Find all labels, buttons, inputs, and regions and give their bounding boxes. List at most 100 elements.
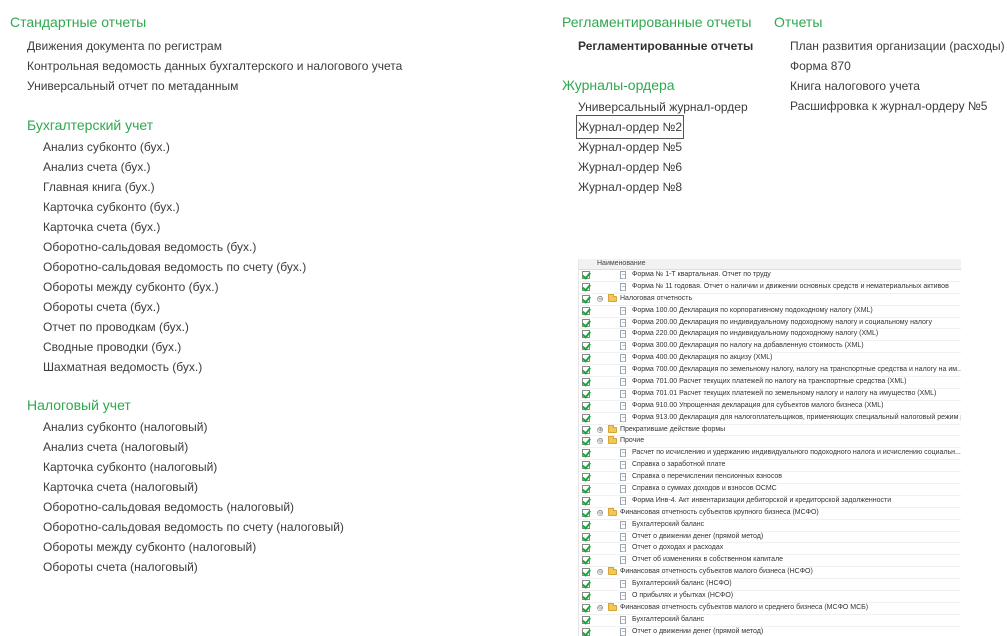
- checkbox-checked-icon[interactable]: [582, 615, 590, 624]
- tree-item-row[interactable]: Бухгалтерский баланс (НСФО): [579, 579, 961, 592]
- report-link[interactable]: Обороты между субконто (бух.): [43, 280, 219, 294]
- expand-toggle-icon[interactable]: ⊖: [597, 509, 603, 516]
- checkbox-checked-icon[interactable]: [582, 425, 590, 434]
- checkbox-checked-icon[interactable]: [582, 271, 590, 279]
- tree-item-row[interactable]: Справка о заработной плате: [579, 460, 961, 473]
- report-link[interactable]: Анализ счета (налоговый): [43, 440, 188, 454]
- checkbox-checked-icon[interactable]: [582, 294, 590, 303]
- report-link[interactable]: Анализ субконто (налоговый): [43, 420, 208, 434]
- report-link[interactable]: Универсальный журнал-ордер: [578, 100, 748, 114]
- report-link[interactable]: Карточка субконто (бух.): [43, 200, 180, 214]
- checkbox-checked-icon[interactable]: [582, 330, 590, 339]
- report-link[interactable]: Обороты счета (налоговый): [43, 560, 198, 574]
- checkbox-checked-icon[interactable]: [582, 282, 590, 291]
- expand-toggle-icon[interactable]: ⊖: [597, 604, 603, 611]
- checkbox-checked-icon[interactable]: [582, 318, 590, 327]
- checkbox-checked-icon[interactable]: [582, 437, 590, 446]
- checkbox-checked-icon[interactable]: [582, 544, 590, 553]
- tree-item-row[interactable]: Форма № 1-Т квартальная. Отчет по труду: [579, 270, 961, 282]
- report-link[interactable]: Анализ субконто (бух.): [43, 140, 170, 154]
- checkbox-checked-icon[interactable]: [582, 342, 590, 351]
- tree-item-row[interactable]: Отчет о движении денег (прямой метод): [579, 532, 961, 544]
- report-link[interactable]: Оборотно-сальдовая ведомость по счету (б…: [43, 260, 306, 274]
- tree-item-row[interactable]: Отчет о доходах и расходах: [579, 543, 961, 556]
- report-link[interactable]: Регламентированные отчеты: [578, 39, 753, 53]
- tree-item-row[interactable]: Форма Инв-4. Акт инвентаризации дебиторс…: [579, 496, 961, 508]
- checkbox-checked-icon[interactable]: [582, 354, 590, 363]
- report-link[interactable]: Оборотно-сальдовая ведомость (бух.): [43, 240, 256, 254]
- report-link[interactable]: Карточка счета (налоговый): [43, 480, 198, 494]
- tree-group-row[interactable]: ⊖ Финансовая отчетность субъектов малого …: [579, 567, 961, 580]
- checkbox-checked-icon[interactable]: [582, 473, 590, 482]
- checkbox-checked-icon[interactable]: [582, 603, 590, 612]
- report-link[interactable]: План развития организации (расходы): [790, 39, 1005, 53]
- checkbox-checked-icon[interactable]: [582, 413, 590, 422]
- tree-item-row[interactable]: Отчет о движении денег (прямой метод): [579, 627, 961, 636]
- report-link[interactable]: Главная книга (бух.): [43, 180, 155, 194]
- report-link[interactable]: Карточка субконто (налоговый): [43, 460, 217, 474]
- tree-item-row[interactable]: Форма 910.00 Упрощенная декларация для с…: [579, 401, 961, 413]
- tree-header[interactable]: Наименование: [579, 259, 961, 270]
- checkbox-checked-icon[interactable]: [582, 532, 590, 541]
- checkbox-checked-icon[interactable]: [582, 485, 590, 494]
- expand-toggle-icon[interactable]: ⊖: [597, 295, 603, 302]
- tree-item-row[interactable]: Форма 300.00 Декларация по налогу на доб…: [579, 341, 961, 354]
- tree-item-row[interactable]: Форма 100.00 Декларация по корпоративном…: [579, 306, 961, 318]
- checkbox-checked-icon[interactable]: [582, 627, 590, 636]
- tree-item-row[interactable]: Форма 701.01 Расчет текущих платежей по …: [579, 389, 961, 401]
- report-link[interactable]: Форма 870: [790, 59, 851, 73]
- report-link[interactable]: Журнал-ордер №8: [578, 180, 682, 194]
- tree-item-row[interactable]: Форма 400.00 Декларация по акцизу (XML): [579, 353, 961, 366]
- report-link[interactable]: Контрольная ведомость данных бухгалтерск…: [27, 59, 402, 73]
- tree-item-row[interactable]: Форма 200.00 Декларация по индивидуально…: [579, 318, 961, 330]
- tree-item-row[interactable]: Форма № 11 годовая. Отчет о наличии и дв…: [579, 282, 961, 294]
- checkbox-checked-icon[interactable]: [582, 461, 590, 470]
- checkbox-checked-icon[interactable]: [582, 556, 590, 565]
- tree-item-row[interactable]: Форма 220.00 Декларация по индивидуально…: [579, 329, 961, 342]
- checkbox-checked-icon[interactable]: [582, 366, 590, 375]
- report-link[interactable]: Журнал-ордер №5: [578, 140, 682, 154]
- tree-item-row[interactable]: Справка о суммах доходов и взносов ОСМС: [579, 484, 961, 496]
- report-link[interactable]: Книга налогового учета: [790, 79, 920, 93]
- checkbox-checked-icon[interactable]: [582, 378, 590, 387]
- report-link[interactable]: Сводные проводки (бух.): [43, 340, 181, 354]
- tree-item-row[interactable]: Форма 701.00 Расчет текущих платежей по …: [579, 377, 961, 389]
- checkbox-checked-icon[interactable]: [582, 306, 590, 315]
- tree-group-row[interactable]: ⊖ Финансовая отчетность субъектов крупног…: [579, 507, 961, 520]
- tree-item-row[interactable]: Отчет об изменениях в собственном капита…: [579, 555, 961, 568]
- checkbox-checked-icon[interactable]: [582, 449, 590, 458]
- checkbox-checked-icon[interactable]: [582, 568, 590, 577]
- checkbox-checked-icon[interactable]: [582, 389, 590, 398]
- report-link[interactable]: Шахматная ведомость (бух.): [43, 360, 202, 374]
- report-link[interactable]: Оборотно-сальдовая ведомость по счету (н…: [43, 520, 344, 534]
- report-link[interactable]: Обороты счета (бух.): [43, 300, 160, 314]
- tree-group-row[interactable]: ⊕ Прекратившие действие формы: [579, 424, 961, 437]
- expand-toggle-icon[interactable]: ⊕: [597, 426, 603, 433]
- tree-group-row[interactable]: ⊖ Финансовая отчетность субъектов малого …: [579, 602, 961, 615]
- checkbox-checked-icon[interactable]: [582, 580, 590, 589]
- checkbox-checked-icon[interactable]: [582, 592, 590, 601]
- report-link[interactable]: Расшифровка к журнал-ордеру №5: [790, 99, 987, 113]
- report-link[interactable]: Карточка счета (бух.): [43, 220, 160, 234]
- report-link[interactable]: Журнал-ордер №6: [578, 160, 682, 174]
- tree-item-row[interactable]: Расчет по исчислению и удержанию индивид…: [579, 448, 961, 461]
- tree-item-row[interactable]: Справка о перечислении пенсионных взносо…: [579, 472, 961, 485]
- report-link[interactable]: Движения документа по регистрам: [27, 39, 222, 53]
- tree-group-row[interactable]: ⊖ Прочие: [579, 436, 961, 449]
- checkbox-checked-icon[interactable]: [582, 520, 590, 529]
- checkbox-checked-icon[interactable]: [582, 508, 590, 517]
- checkbox-checked-icon[interactable]: [582, 496, 590, 505]
- report-link[interactable]: Обороты между субконто (налоговый): [43, 540, 256, 554]
- tree-item-row[interactable]: Бухгалтерский баланс: [579, 615, 961, 627]
- tree-group-row[interactable]: ⊖ Налоговая отчетность: [579, 293, 961, 306]
- report-link[interactable]: Отчет по проводкам (бух.): [43, 320, 189, 334]
- report-link-focused[interactable]: Журнал-ордер №2: [575, 115, 685, 139]
- expand-toggle-icon[interactable]: ⊖: [597, 438, 603, 445]
- expand-toggle-icon[interactable]: ⊖: [597, 569, 603, 576]
- tree-item-row[interactable]: Бухгалтерский баланс: [579, 520, 961, 532]
- report-link[interactable]: Анализ счета (бух.): [43, 160, 151, 174]
- forms-tree[interactable]: Наименование Форма № 1-Т квартальная. От…: [578, 259, 961, 636]
- tree-item-row[interactable]: О прибылях и убытках (НСФО): [579, 591, 961, 603]
- checkbox-checked-icon[interactable]: [582, 401, 590, 410]
- report-link[interactable]: Оборотно-сальдовая ведомость (налоговый): [43, 500, 294, 514]
